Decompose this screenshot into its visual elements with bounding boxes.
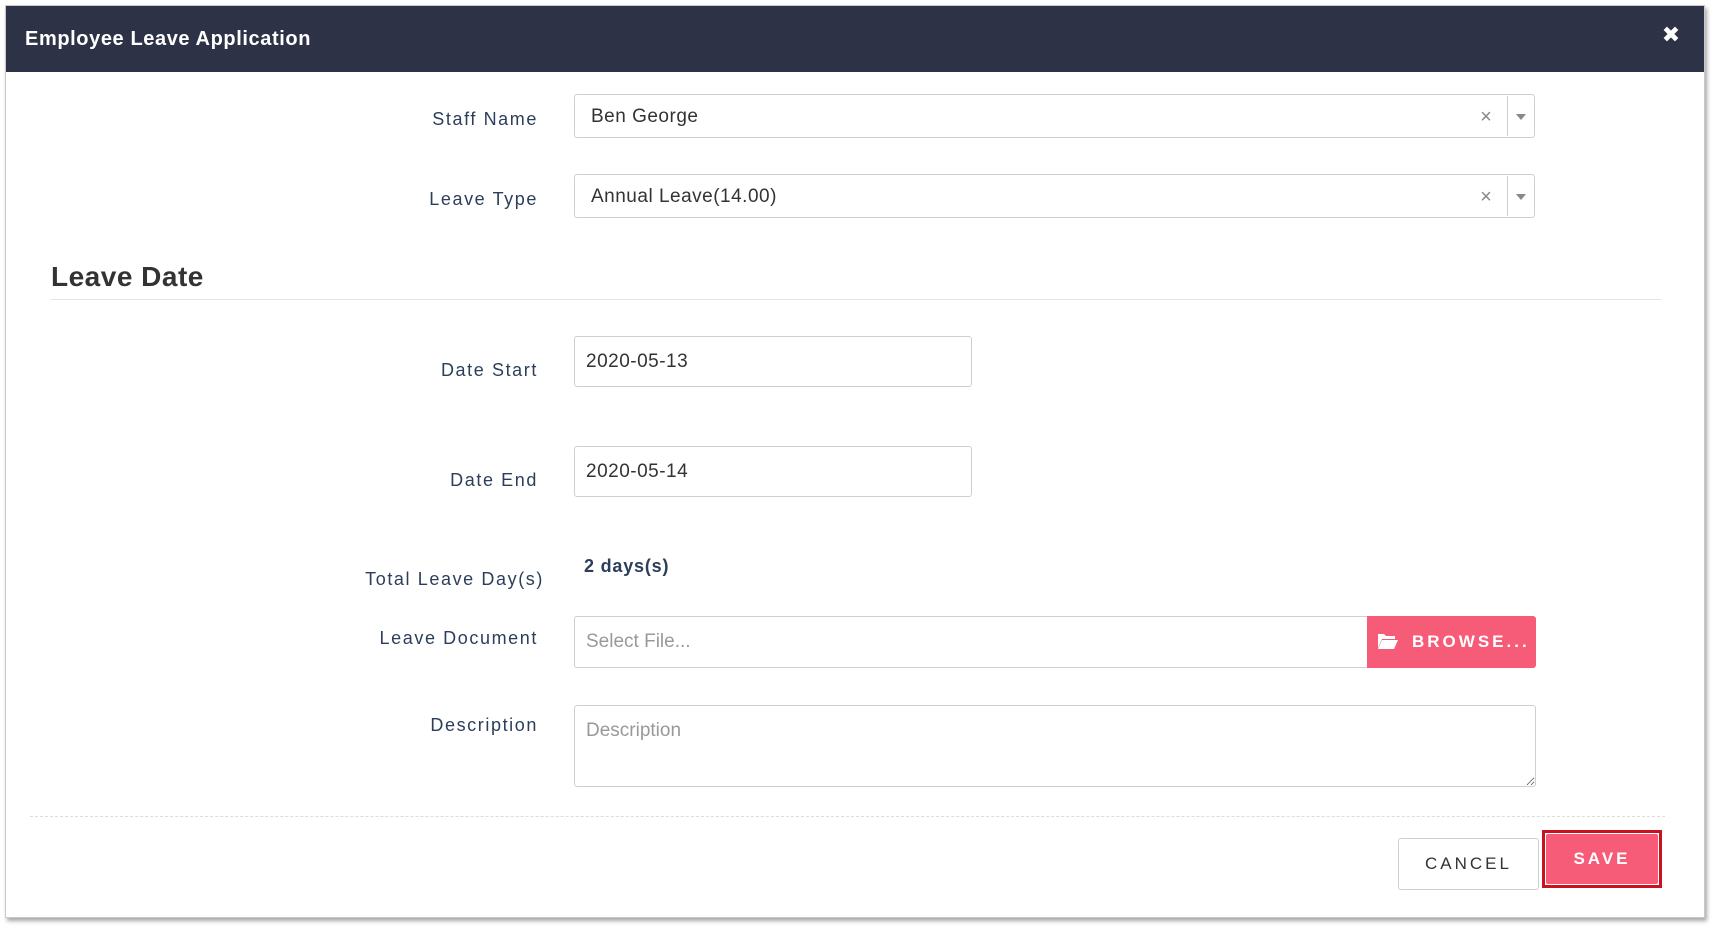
staff-name-label: Staff Name bbox=[432, 109, 538, 129]
total-leave-days-value: 2 days(s) bbox=[584, 556, 670, 576]
section-title-leave-date: Leave Date bbox=[51, 261, 204, 292]
folder-open-icon bbox=[1378, 634, 1398, 649]
date-end-input[interactable] bbox=[574, 446, 972, 497]
leave-type-value: Annual Leave(14.00) bbox=[591, 186, 777, 207]
staff-name-value: Ben George bbox=[591, 106, 699, 127]
section-divider bbox=[51, 299, 1661, 300]
browse-button-label: BROWSE... bbox=[1412, 632, 1530, 651]
date-start-input[interactable] bbox=[574, 336, 972, 387]
close-icon[interactable]: ✖ bbox=[1660, 24, 1682, 46]
dialog-header: Employee Leave Application ✖ bbox=[6, 6, 1704, 72]
staff-name-select[interactable]: Ben George × bbox=[574, 94, 1535, 138]
date-end-label: Date End bbox=[450, 470, 538, 490]
cancel-button[interactable]: CANCEL bbox=[1398, 838, 1539, 890]
clear-icon[interactable]: × bbox=[1476, 187, 1496, 207]
clear-icon[interactable]: × bbox=[1476, 107, 1496, 127]
total-leave-days-label: Total Leave Day(s) bbox=[365, 569, 544, 589]
save-button[interactable]: SAVE bbox=[1546, 834, 1658, 884]
description-textarea[interactable] bbox=[574, 705, 1536, 787]
date-start-label: Date Start bbox=[440, 360, 538, 380]
footer-divider bbox=[30, 816, 1665, 817]
dialog-title: Employee Leave Application bbox=[25, 28, 312, 50]
leave-application-dialog: Employee Leave Application ✖ Staff Name … bbox=[5, 5, 1705, 918]
leave-document-label: Leave Document bbox=[379, 628, 538, 648]
browse-button[interactable]: BROWSE... bbox=[1367, 616, 1536, 668]
chevron-down-icon[interactable] bbox=[1508, 95, 1534, 137]
leave-document-input[interactable] bbox=[574, 616, 1367, 668]
leave-type-label: Leave Type bbox=[429, 189, 538, 209]
leave-type-select[interactable]: Annual Leave(14.00) × bbox=[574, 174, 1535, 218]
chevron-down-icon[interactable] bbox=[1508, 175, 1534, 217]
description-label: Description bbox=[430, 715, 538, 735]
